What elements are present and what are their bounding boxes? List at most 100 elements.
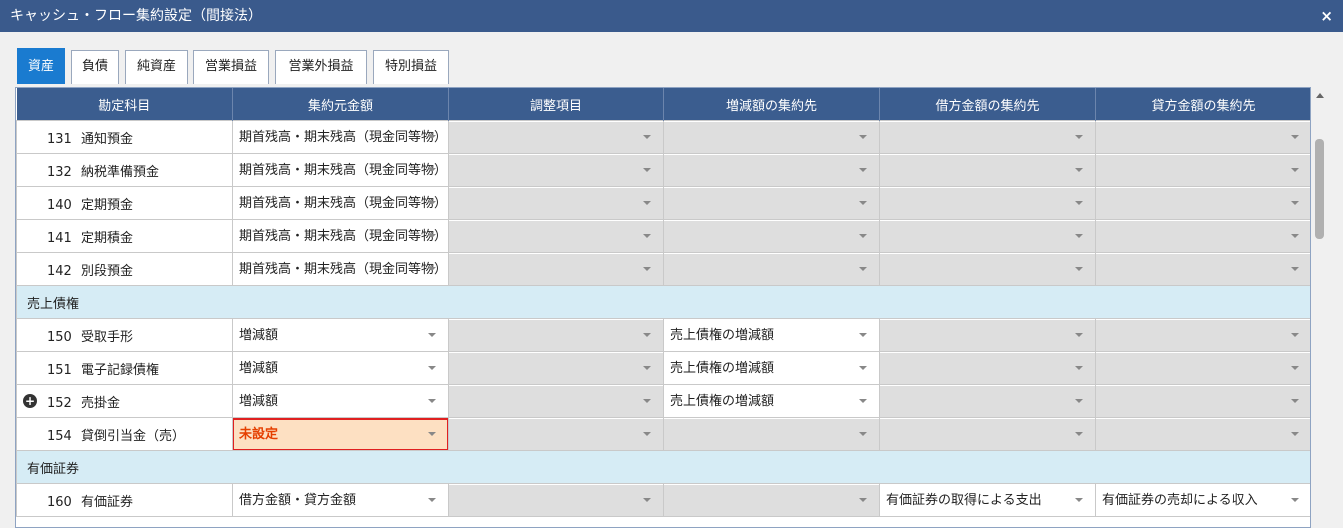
chevron-down-icon[interactable] (1291, 332, 1299, 337)
chevron-down-icon[interactable] (859, 431, 867, 436)
chevron-down-icon[interactable] (1291, 365, 1299, 370)
chevron-down-icon[interactable] (643, 134, 651, 139)
chevron-down-icon[interactable] (1075, 365, 1083, 370)
adjust-dropdown[interactable] (449, 154, 663, 186)
chevron-down-icon[interactable] (859, 134, 867, 139)
debit-dropdown[interactable] (880, 319, 1095, 351)
chevron-down-icon[interactable] (859, 365, 867, 370)
chevron-down-icon[interactable] (1291, 497, 1299, 502)
change-dropdown[interactable] (664, 121, 879, 153)
adjust-dropdown[interactable] (449, 121, 663, 153)
adjust-dropdown[interactable] (449, 418, 663, 450)
source-dropdown[interactable]: 借方金額・貸方金額 (234, 485, 448, 516)
chevron-down-icon[interactable] (1291, 167, 1299, 172)
chevron-down-icon[interactable] (1075, 134, 1083, 139)
chevron-down-icon[interactable] (859, 332, 867, 337)
debit-dropdown[interactable] (880, 352, 1095, 384)
chevron-down-icon[interactable] (428, 233, 436, 238)
chevron-down-icon[interactable] (1075, 233, 1083, 238)
credit-dropdown[interactable] (1096, 319, 1310, 351)
tab-liabilities[interactable]: 負債 (71, 50, 119, 84)
chevron-down-icon[interactable] (1291, 200, 1299, 205)
chevron-down-icon[interactable] (643, 398, 651, 403)
chevron-down-icon[interactable] (643, 431, 651, 436)
tab-non-operating-pl[interactable]: 営業外損益 (275, 50, 367, 84)
debit-dropdown[interactable] (880, 154, 1095, 186)
chevron-down-icon[interactable] (1291, 431, 1299, 436)
adjust-dropdown[interactable] (449, 352, 663, 384)
change-dropdown[interactable] (664, 253, 879, 285)
source-dropdown[interactable]: 期首残高・期末残高（現金同等物） (234, 155, 448, 186)
source-dropdown[interactable]: 未設定 (233, 418, 448, 450)
chevron-down-icon[interactable] (428, 134, 436, 139)
close-icon[interactable]: × (1320, 0, 1333, 32)
chevron-down-icon[interactable] (859, 200, 867, 205)
chevron-down-icon[interactable] (428, 497, 436, 502)
source-dropdown[interactable]: 増減額 (234, 320, 448, 351)
adjust-dropdown[interactable] (449, 319, 663, 351)
debit-dropdown[interactable] (880, 253, 1095, 285)
chevron-down-icon[interactable] (643, 167, 651, 172)
adjust-dropdown[interactable] (449, 187, 663, 219)
scroll-thumb[interactable] (1315, 139, 1324, 239)
chevron-down-icon[interactable] (859, 167, 867, 172)
source-dropdown[interactable]: 期首残高・期末残高（現金同等物） (234, 254, 448, 285)
chevron-down-icon[interactable] (1075, 431, 1083, 436)
chevron-down-icon[interactable] (1075, 266, 1083, 271)
chevron-down-icon[interactable] (428, 266, 436, 271)
change-dropdown[interactable]: 売上債権の増減額 (665, 320, 879, 351)
debit-dropdown[interactable] (880, 121, 1095, 153)
chevron-down-icon[interactable] (1291, 398, 1299, 403)
chevron-down-icon[interactable] (643, 200, 651, 205)
chevron-down-icon[interactable] (1075, 200, 1083, 205)
source-dropdown[interactable]: 期首残高・期末残高（現金同等物） (234, 221, 448, 252)
credit-dropdown[interactable] (1096, 121, 1310, 153)
change-dropdown[interactable] (664, 484, 879, 516)
change-dropdown[interactable] (664, 154, 879, 186)
chevron-down-icon[interactable] (1075, 398, 1083, 403)
change-dropdown[interactable] (664, 220, 879, 252)
expand-plus-icon[interactable]: + (23, 394, 37, 408)
chevron-down-icon[interactable] (1075, 167, 1083, 172)
tab-operating-pl[interactable]: 営業損益 (193, 50, 269, 84)
chevron-down-icon[interactable] (1291, 233, 1299, 238)
chevron-down-icon[interactable] (643, 497, 651, 502)
debit-dropdown[interactable]: 有価証券の取得による支出 (881, 485, 1095, 516)
source-dropdown[interactable]: 増減額 (234, 386, 448, 417)
chevron-down-icon[interactable] (859, 497, 867, 502)
chevron-down-icon[interactable] (859, 398, 867, 403)
credit-dropdown[interactable] (1096, 418, 1310, 450)
chevron-down-icon[interactable] (428, 332, 436, 337)
chevron-down-icon[interactable] (1291, 266, 1299, 271)
chevron-down-icon[interactable] (643, 365, 651, 370)
source-dropdown[interactable]: 増減額 (234, 353, 448, 384)
tab-net-assets[interactable]: 純資産 (125, 50, 188, 84)
change-dropdown[interactable] (664, 187, 879, 219)
chevron-down-icon[interactable] (428, 167, 436, 172)
source-dropdown[interactable]: 期首残高・期末残高（現金同等物） (234, 188, 448, 219)
debit-dropdown[interactable] (880, 220, 1095, 252)
credit-dropdown[interactable] (1096, 385, 1310, 417)
adjust-dropdown[interactable] (449, 253, 663, 285)
change-dropdown[interactable] (664, 418, 879, 450)
vertical-scrollbar[interactable] (1311, 87, 1329, 528)
debit-dropdown[interactable] (880, 418, 1095, 450)
credit-dropdown[interactable] (1096, 253, 1310, 285)
chevron-down-icon[interactable] (1075, 497, 1083, 502)
chevron-down-icon[interactable] (1075, 332, 1083, 337)
chevron-down-icon[interactable] (1291, 134, 1299, 139)
debit-dropdown[interactable] (880, 385, 1095, 417)
scroll-up-icon[interactable] (1316, 93, 1324, 98)
chevron-down-icon[interactable] (859, 233, 867, 238)
chevron-down-icon[interactable] (643, 332, 651, 337)
tab-extraordinary-pl[interactable]: 特別損益 (373, 50, 449, 84)
change-dropdown[interactable]: 売上債権の増減額 (665, 386, 879, 417)
adjust-dropdown[interactable] (449, 484, 663, 516)
credit-dropdown[interactable]: 有価証券の売却による収入 (1097, 485, 1311, 516)
tab-assets[interactable]: 資産 (17, 48, 65, 84)
chevron-down-icon[interactable] (428, 431, 436, 436)
chevron-down-icon[interactable] (643, 266, 651, 271)
chevron-down-icon[interactable] (428, 200, 436, 205)
change-dropdown[interactable]: 売上債権の増減額 (665, 353, 879, 384)
adjust-dropdown[interactable] (449, 385, 663, 417)
